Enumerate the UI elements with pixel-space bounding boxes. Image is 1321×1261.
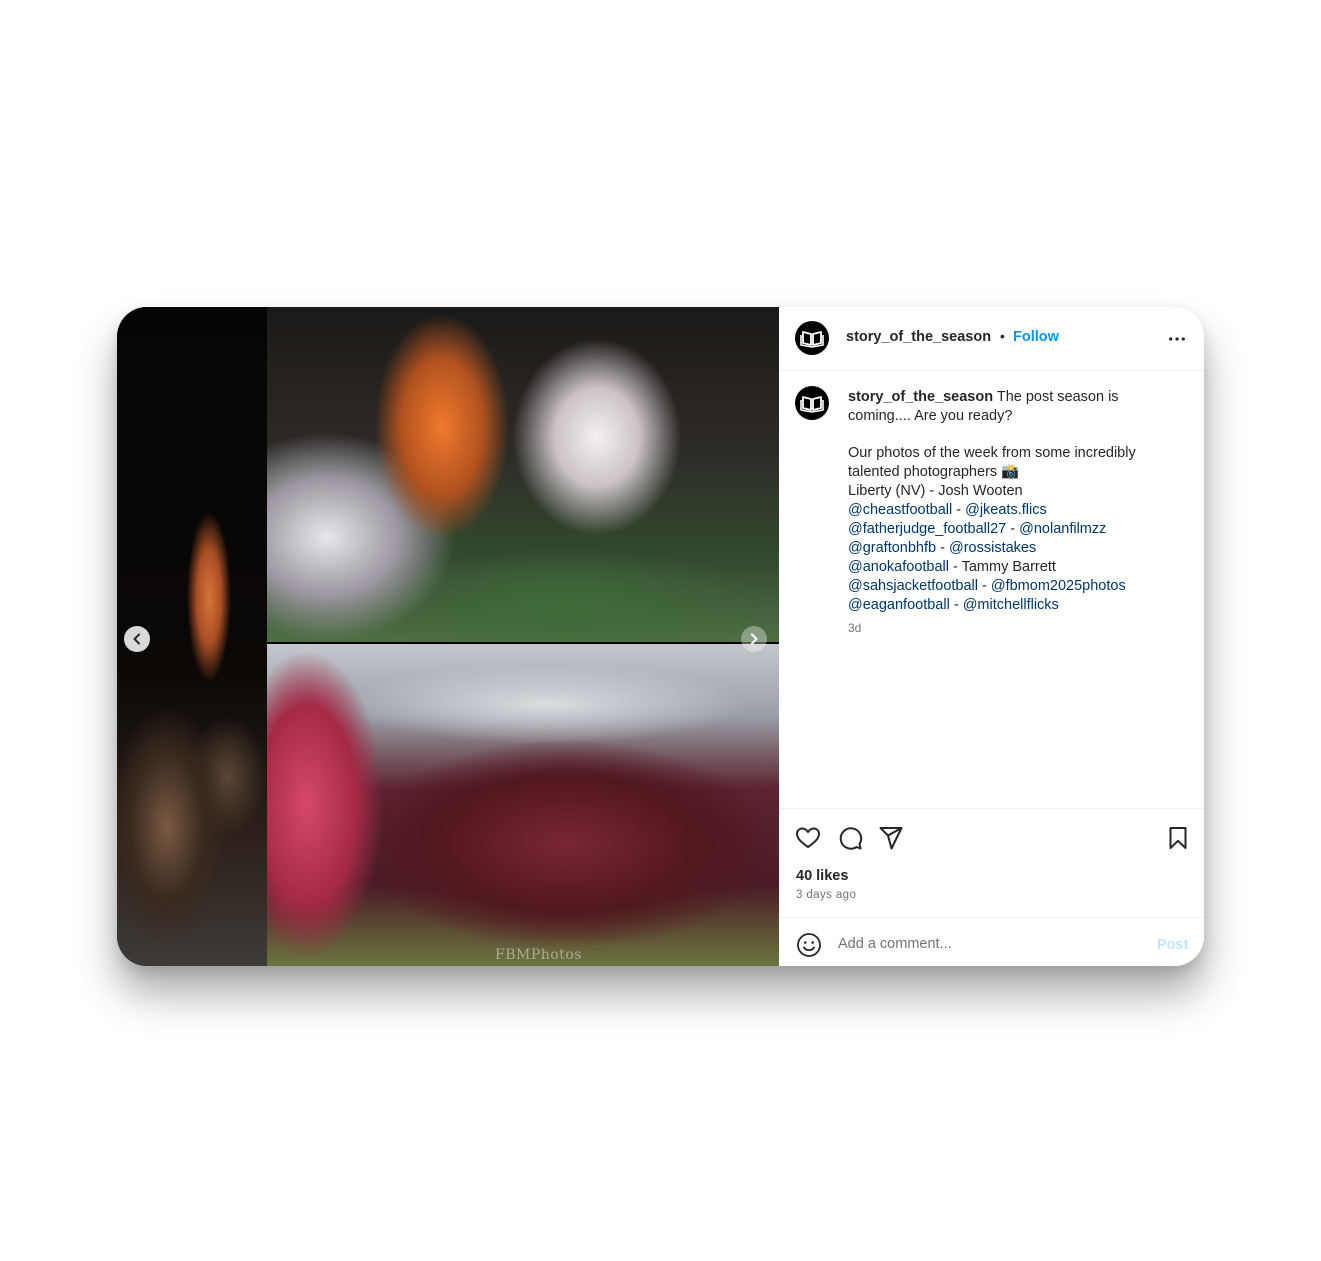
credit-line: @anokafootball - Tammy Barrett — [848, 559, 1056, 575]
caption-avatar[interactable] — [795, 386, 829, 420]
like-count[interactable]: 40 likes — [796, 868, 848, 884]
caption-username[interactable]: story_of_the_season — [848, 389, 993, 405]
mention-link[interactable]: @nolanfilmzz — [1019, 521, 1106, 537]
mention-link[interactable]: @fatherjudge_football27 — [848, 521, 1006, 537]
football-player-photo — [267, 307, 779, 642]
avatar[interactable] — [795, 321, 829, 355]
post-caption: story_of_the_season The post season is c… — [848, 388, 1178, 615]
credit-line: @sahsjacketfootball - @fbmom2025photos — [848, 578, 1126, 594]
post-side-panel: story_of_the_season • Follow story_of_th… — [779, 307, 1204, 966]
mention-link[interactable]: @jkeats.flics — [965, 502, 1047, 518]
more-options-button[interactable] — [1167, 329, 1187, 349]
credit-line: @graftonbhfb - @rossistakes — [848, 540, 1037, 556]
post-media-carousel[interactable]: FBMPhotos — [117, 307, 779, 966]
mention-link[interactable]: @mitchellflicks — [963, 597, 1059, 613]
comment-input[interactable]: Add a comment... — [838, 936, 952, 952]
header-username[interactable]: story_of_the_season — [846, 329, 991, 345]
comment-bubble-icon — [839, 827, 863, 850]
save-button[interactable] — [1165, 825, 1191, 851]
emoji-button[interactable] — [796, 932, 822, 958]
bookmark-icon — [1169, 827, 1187, 849]
post-date: 3 days ago — [796, 889, 857, 901]
heart-icon — [796, 827, 820, 848]
follow-button[interactable]: Follow — [1013, 329, 1059, 345]
credit-name: Tammy Barrett — [961, 559, 1056, 575]
carousel-prev-button[interactable] — [124, 626, 150, 652]
credit-line: @fatherjudge_football27 - @nolanfilmzz — [848, 521, 1107, 537]
caption-section: story_of_the_season The post season is c… — [779, 371, 1204, 808]
mention-link[interactable]: @eaganfootball — [848, 597, 950, 613]
team-huddle-photo — [267, 644, 779, 966]
open-book-logo-icon — [800, 331, 824, 348]
carousel-next-button[interactable] — [741, 626, 767, 652]
credit-line: @eaganfootball - @mitchellflicks — [848, 597, 1059, 613]
comment-bar: Add a comment... Post — [779, 917, 1204, 966]
post-card: FBMPhotos story_of_the_season • Follow s… — [117, 307, 1204, 966]
post-actions: 40 likes 3 days ago — [779, 808, 1204, 917]
caption-line: Liberty (NV) - Josh Wooten — [848, 483, 1023, 499]
mention-link[interactable]: @sahsjacketfootball — [848, 578, 978, 594]
caption-timestamp[interactable]: 3d — [848, 621, 861, 635]
paper-plane-icon — [879, 827, 903, 850]
comment-button[interactable] — [837, 825, 863, 851]
photo-watermark: FBMPhotos — [495, 947, 582, 963]
like-button[interactable] — [795, 825, 821, 851]
more-horizontal-icon — [1169, 337, 1185, 341]
caption-line: Our photos of the week from some incredi… — [848, 445, 1136, 480]
mention-link[interactable]: @cheastfootball — [848, 502, 952, 518]
credit-line: @cheastfootball - @jkeats.flics — [848, 502, 1047, 518]
share-button[interactable] — [878, 825, 904, 851]
open-book-logo-icon — [800, 396, 824, 413]
chevron-right-icon — [751, 633, 758, 645]
smiley-icon — [797, 933, 821, 957]
mention-link[interactable]: @fbmom2025photos — [991, 578, 1126, 594]
mention-link[interactable]: @anokafootball — [848, 559, 949, 575]
separator-dot: • — [1000, 328, 1005, 344]
chevron-left-icon — [133, 633, 140, 645]
post-header: story_of_the_season • Follow — [779, 307, 1204, 371]
post-comment-button[interactable]: Post — [1157, 937, 1188, 953]
mention-link[interactable]: @rossistakes — [949, 540, 1036, 556]
mention-link[interactable]: @graftonbhfb — [848, 540, 936, 556]
